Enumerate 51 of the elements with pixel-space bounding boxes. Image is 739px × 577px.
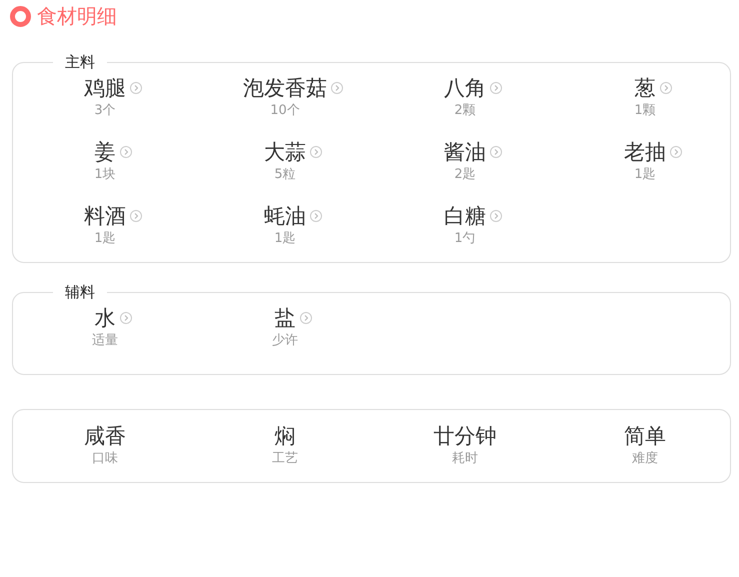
ingredient-amount: 2颗 (454, 102, 476, 120)
summary-label: 耗时 (452, 450, 478, 468)
summary-label: 工艺 (272, 450, 298, 468)
ingredient-amount: 1勺 (454, 230, 476, 248)
ingredient-amount: 1匙 (634, 166, 656, 184)
chevron-right-icon (130, 82, 142, 94)
ingredient-name[interactable]: 泡发香菇 (243, 74, 327, 102)
ingredient-name[interactable]: 盐 (274, 304, 296, 332)
ingredient-amount: 3个 (94, 102, 116, 120)
ingredient-name[interactable]: 水 (94, 304, 116, 332)
ingredient-name[interactable]: 老抽 (624, 138, 666, 166)
summary-label: 口味 (92, 450, 118, 468)
ingredient-amount: 5粒 (274, 166, 296, 184)
chevron-right-icon (490, 146, 502, 158)
section-title: 食材明细 (37, 2, 117, 30)
ring-icon (10, 6, 31, 26)
summary-value: 咸香 (84, 423, 126, 450)
chevron-right-icon (120, 312, 132, 324)
ingredient-amount: 1匙 (94, 230, 116, 248)
ingredient-amount: 1匙 (274, 230, 296, 248)
ingredient-name[interactable]: 姜 (94, 138, 116, 166)
ingredient-amount: 少许 (272, 332, 298, 350)
summary-value: 廿分钟 (434, 423, 496, 450)
ingredient-name[interactable]: 鸡腿 (84, 74, 126, 102)
ingredient-name[interactable]: 八角 (444, 74, 486, 102)
ingredient-amount: 适量 (92, 332, 118, 350)
chevron-right-icon (300, 312, 312, 324)
ingredient-name[interactable]: 白糖 (444, 202, 486, 230)
ingredient-amount: 2匙 (454, 166, 476, 184)
ingredient-amount: 1颗 (634, 102, 656, 120)
card-legend: 主料 (53, 53, 107, 72)
chevron-right-icon (310, 146, 322, 158)
chevron-right-icon (490, 82, 502, 94)
chevron-right-icon (660, 82, 672, 94)
card-legend: 辅料 (53, 283, 107, 302)
chevron-right-icon (120, 146, 132, 158)
ingredient-name[interactable]: 葱 (634, 74, 656, 102)
ingredient-name[interactable]: 蚝油 (264, 202, 306, 230)
summary-value: 焖 (274, 423, 296, 450)
ingredient-name[interactable]: 酱油 (444, 138, 486, 166)
ingredient-name[interactable]: 料酒 (84, 202, 126, 230)
summary-label: 难度 (632, 450, 658, 468)
chevron-right-icon (331, 82, 343, 94)
summary-value: 简单 (624, 423, 666, 450)
ingredient-amount: 1块 (94, 166, 116, 184)
ingredient-amount: 10个 (270, 102, 300, 120)
chevron-right-icon (670, 146, 682, 158)
chevron-right-icon (130, 210, 142, 222)
chevron-right-icon (490, 210, 502, 222)
ingredient-name[interactable]: 大蒜 (264, 138, 306, 166)
chevron-right-icon (310, 210, 322, 222)
